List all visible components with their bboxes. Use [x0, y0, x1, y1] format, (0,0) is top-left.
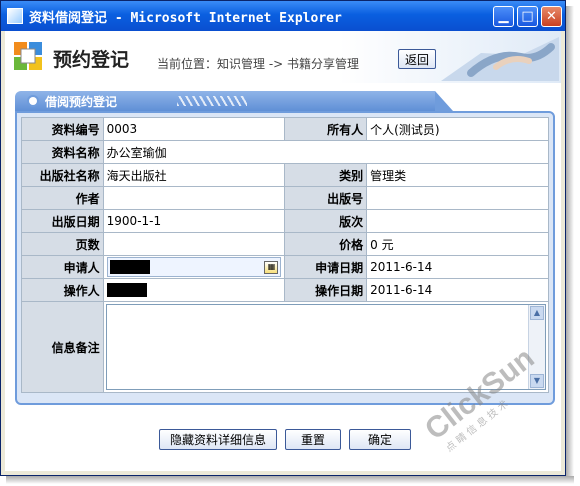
hide-details-button[interactable]: 隐藏资料详细信息 — [159, 429, 277, 450]
author-label: 作者 — [21, 186, 104, 210]
panel-title: 借阅预约登记 — [45, 94, 118, 109]
window-shadow — [6, 476, 574, 484]
pub-date-value: 1900-1-1 — [102, 209, 286, 233]
close-button[interactable]: ✕ — [541, 5, 562, 27]
applicant-input[interactable]: ▦ — [106, 257, 282, 277]
form-row: 作者 出版号 — [21, 186, 549, 210]
ie-page-icon — [7, 8, 23, 24]
applicant-label: 申请人 — [21, 255, 104, 279]
minimize-button[interactable]: ▁ — [493, 5, 514, 27]
title-bar[interactable]: 资料借阅登记 - Microsoft Internet Explorer ▁ □… — [1, 1, 565, 31]
bullet-icon — [29, 97, 37, 105]
applicant-cell: ▦ — [102, 255, 286, 279]
confirm-button[interactable]: 确定 — [349, 429, 411, 450]
form-row: 操作人 操作日期 2011-6-14 — [21, 278, 549, 302]
edition-value — [366, 209, 549, 233]
svg-text:ClickSun: ClickSun — [425, 346, 540, 447]
owner-value: 个人(测试员) — [366, 117, 549, 141]
form-row: 出版日期 1900-1-1 版次 — [21, 209, 549, 233]
window-shadow — [566, 6, 574, 478]
pub-no-label: 出版号 — [284, 186, 368, 210]
form-row: 申请人 ▦ 申请日期 2011-6-14 — [21, 255, 549, 279]
back-button[interactable]: 返回 — [398, 49, 436, 69]
doc-no-label: 资料编号 — [21, 117, 104, 141]
scroll-up-icon[interactable]: ▲ — [530, 306, 544, 320]
author-value — [102, 186, 286, 210]
form-row: 资料编号 0003 所有人 个人(测试员) — [21, 117, 549, 141]
op-date-value: 2011-6-14 — [366, 278, 549, 302]
operator-cell — [102, 278, 286, 302]
page-header: 预约登记 当前位置：知识管理 -> 书籍分享管理 返回 — [5, 31, 561, 83]
category-value: 管理类 — [366, 163, 549, 187]
form-row: 页数 价格 0 元 — [21, 232, 549, 256]
pub-no-value — [366, 186, 549, 210]
op-date-label: 操作日期 — [284, 278, 368, 302]
operator-label: 操作人 — [21, 278, 104, 302]
doc-no-value: 0003 — [102, 117, 286, 141]
page-title: 预约登记 — [53, 49, 130, 71]
maximize-button[interactable]: □ — [517, 5, 538, 27]
doc-name-value: 办公室瑜伽 — [102, 140, 550, 164]
form-row: 资料名称 办公室瑜伽 — [21, 140, 550, 164]
breadcrumb: 当前位置：知识管理 -> 书籍分享管理 — [157, 57, 360, 71]
category-label: 类别 — [284, 163, 368, 187]
window-title: 资料借阅登记 - Microsoft Internet Explorer — [29, 10, 342, 26]
notes-label: 信息备注 — [21, 301, 104, 393]
doc-name-label: 资料名称 — [21, 140, 104, 164]
owner-label: 所有人 — [284, 117, 368, 141]
panel-tab: 借阅预约登记 — [15, 91, 453, 111]
decorative-stripes — [177, 96, 248, 106]
price-value: 0 元 — [366, 232, 549, 256]
pages-label: 页数 — [21, 232, 104, 256]
clicksun-watermark-logo: ClickSun 点 睛 信 息 技 术 — [425, 346, 540, 454]
reset-button[interactable]: 重置 — [285, 429, 341, 450]
publisher-label: 出版社名称 — [21, 163, 104, 187]
publisher-value: 海天出版社 — [102, 163, 286, 187]
pub-date-label: 出版日期 — [21, 209, 104, 233]
edition-label: 版次 — [284, 209, 368, 233]
apply-date-label: 申请日期 — [284, 255, 368, 279]
price-label: 价格 — [284, 232, 368, 256]
handshake-banner-image — [441, 37, 559, 81]
form-row: 出版社名称 海天出版社 类别 管理类 — [21, 163, 549, 187]
redacted-name — [109, 260, 150, 274]
apply-date-value: 2011-6-14 — [366, 255, 549, 279]
redacted-name — [106, 283, 147, 298]
app-logo-icon — [14, 42, 42, 70]
pages-value — [102, 232, 286, 256]
picker-icon[interactable]: ▦ — [264, 260, 279, 274]
